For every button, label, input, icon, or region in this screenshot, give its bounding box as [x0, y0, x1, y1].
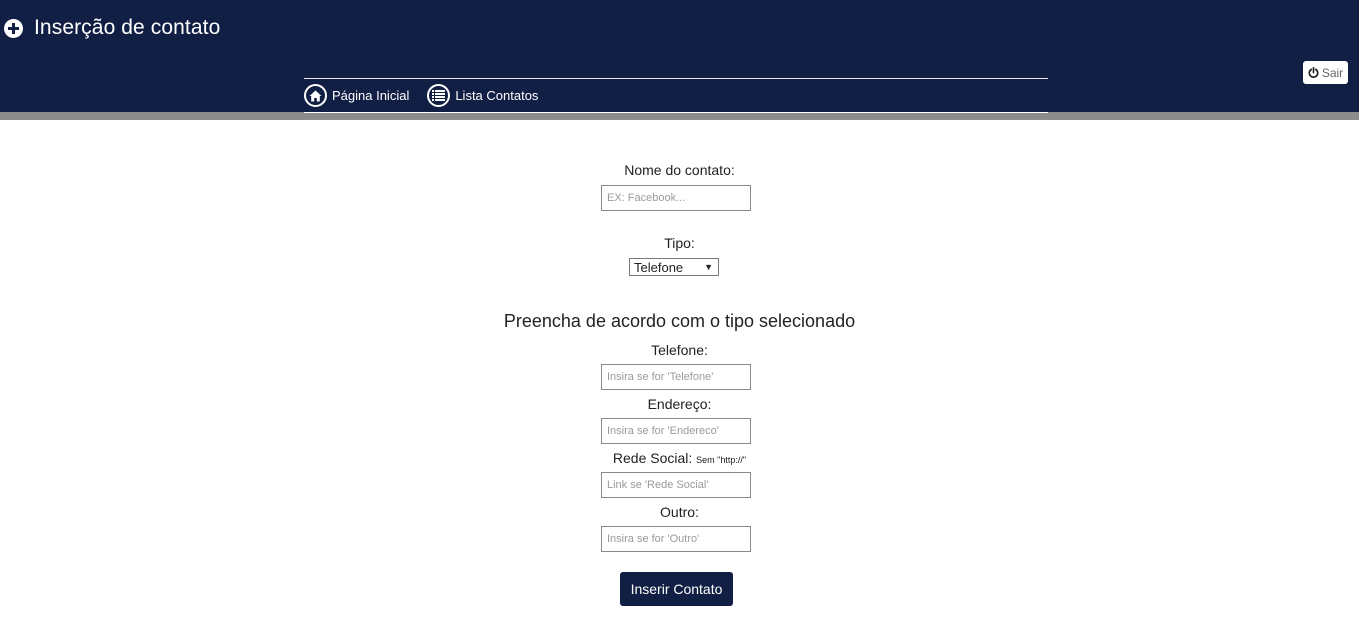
type-select-value: Telefone: [634, 259, 684, 275]
dropdown-arrow-icon: ▼: [704, 262, 713, 272]
nav-item-home-label: Página Inicial: [332, 88, 410, 103]
section-title: Preencha de acordo com o tipo selecionad…: [503, 311, 856, 331]
nav-item-contact-list-label: Lista Contatos: [455, 88, 539, 103]
social-label: Rede Social:: [612, 450, 693, 466]
nav-item-home[interactable]: Página Inicial: [304, 84, 409, 107]
contact-name-input[interactable]: [601, 185, 751, 211]
header-divider-strip: [0, 112, 1359, 120]
main-nav: Página Inicial Lista Contatos: [304, 83, 556, 108]
page-title-area: Inserção de contato: [4, 14, 220, 42]
nav-item-contact-list[interactable]: Lista Contatos: [427, 84, 538, 107]
nav-divider-top: [304, 78, 1048, 79]
social-label-row: Rede Social: Sem "http://": [0, 450, 1359, 466]
address-label: Endereço:: [647, 396, 712, 412]
other-input[interactable]: [601, 526, 751, 552]
phone-label: Telefone:: [651, 342, 708, 358]
phone-input[interactable]: [601, 364, 751, 390]
plus-circle-icon: [4, 18, 23, 38]
social-input[interactable]: [601, 472, 751, 498]
social-hint: Sem "http://": [696, 455, 747, 465]
type-select[interactable]: Telefone ▼: [629, 258, 719, 276]
logout-button[interactable]: Sair: [1303, 61, 1348, 84]
power-icon: [1308, 67, 1319, 78]
other-label: Outro:: [660, 504, 699, 520]
type-label: Tipo:: [664, 235, 695, 251]
page-title: Inserção de contato: [34, 16, 221, 39]
logout-label: Sair: [1321, 65, 1344, 80]
nav-divider-bottom: [304, 112, 1048, 113]
home-icon: [304, 84, 327, 107]
address-input[interactable]: [601, 418, 751, 444]
insert-contact-button[interactable]: Inserir Contato: [620, 572, 733, 606]
contact-name-label: Nome do contato:: [624, 162, 735, 178]
list-icon: [427, 84, 451, 107]
